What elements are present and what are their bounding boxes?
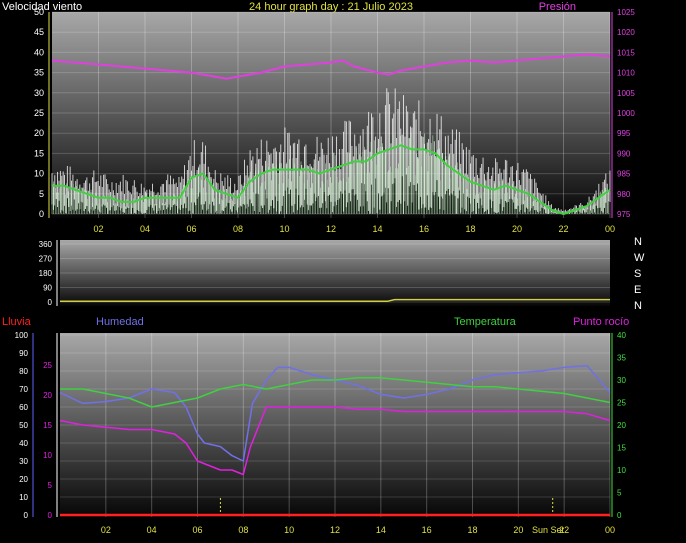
wind-x-tick: 16 bbox=[419, 224, 429, 234]
wind-y-tick: 45 bbox=[34, 27, 44, 37]
humidity-x-tick: 10 bbox=[284, 525, 294, 535]
weather-graphs: 02 04 06 08 10 12 14 16 18 20 22 005045403530252015… bbox=[2, 1, 645, 535]
dewpoint-label: Punto rocío bbox=[573, 316, 629, 328]
humidity-x-tick: 20 bbox=[513, 525, 523, 535]
rain-y-tick: 80 bbox=[19, 367, 28, 376]
humidity-y-tick: 25 bbox=[43, 361, 52, 370]
humidity-x-tick: 08 bbox=[238, 525, 248, 535]
panel-wind-pressure: 02 04 06 08 10 12 14 16 18 20 22 005045403530252015… bbox=[2, 1, 635, 234]
temperature-y-tick: 30 bbox=[617, 376, 626, 385]
humidity-x-tick: 04 bbox=[147, 525, 157, 535]
wind-x-tick: 06 bbox=[186, 224, 196, 234]
wind-y-tick: 5 bbox=[39, 189, 44, 199]
humidity-y-tick: 15 bbox=[43, 421, 52, 430]
compass-label: S bbox=[634, 268, 641, 280]
wind-y-tick: 15 bbox=[34, 148, 44, 158]
pressure-y-tick: 1025 bbox=[617, 8, 635, 17]
wind-x-tick: 22 bbox=[558, 224, 568, 234]
pressure-y-tick: 1000 bbox=[617, 109, 635, 118]
compass-label: E bbox=[634, 284, 641, 296]
temperature-y-tick: 40 bbox=[617, 331, 626, 340]
wind-speed-label: Velocidad viento bbox=[2, 1, 82, 13]
rain-y-tick: 100 bbox=[15, 331, 29, 340]
wind-y-tick: 10 bbox=[34, 169, 44, 179]
wind-x-tick: 00 bbox=[605, 224, 615, 234]
compass-label: N bbox=[634, 300, 642, 312]
direction-y-tick: 360 bbox=[39, 240, 53, 249]
humidity-x-tick: 02 bbox=[101, 525, 111, 535]
wind-y-tick: 30 bbox=[34, 88, 44, 98]
panel-wind-direction: 360270180900NWSEN bbox=[39, 236, 645, 312]
rain-y-tick: 30 bbox=[19, 457, 28, 466]
pressure-y-tick: 990 bbox=[617, 149, 631, 158]
humidity-x-tick: 06 bbox=[192, 525, 202, 535]
humidity-y-tick: 10 bbox=[43, 451, 52, 460]
rain-y-tick: 90 bbox=[19, 349, 28, 358]
wind-x-tick: 14 bbox=[372, 224, 382, 234]
wind-y-tick: 25 bbox=[34, 108, 44, 118]
temperature-y-tick: 25 bbox=[617, 399, 626, 408]
rain-y-tick: 60 bbox=[19, 403, 28, 412]
wind-x-tick: 20 bbox=[512, 224, 522, 234]
temperature-y-tick: 15 bbox=[617, 444, 626, 453]
pressure-y-tick: 1020 bbox=[617, 28, 635, 37]
wind-x-tick: 12 bbox=[326, 224, 336, 234]
temperature-y-tick: 20 bbox=[617, 421, 626, 430]
humidity-y-tick: 5 bbox=[48, 481, 53, 490]
wind-y-tick: 35 bbox=[34, 68, 44, 78]
pressure-y-tick: 980 bbox=[617, 190, 631, 199]
temperature-y-tick: 5 bbox=[617, 489, 622, 498]
humidity-x-tick: 18 bbox=[467, 525, 477, 535]
temperature-label: Temperatura bbox=[454, 316, 517, 328]
chart-title: 24 hour graph day : 21 Julio 2023 bbox=[249, 1, 413, 13]
direction-y-tick: 90 bbox=[43, 284, 52, 293]
rain-y-tick: 0 bbox=[24, 511, 29, 520]
pressure-y-tick: 1010 bbox=[617, 69, 635, 78]
humidity-x-tick: 14 bbox=[376, 525, 386, 535]
wind-x-tick: 10 bbox=[279, 224, 289, 234]
humidity-x-tick: 00 bbox=[605, 525, 615, 535]
rain-label: Lluvia bbox=[2, 316, 32, 328]
direction-y-tick: 270 bbox=[39, 255, 53, 264]
wind-y-tick: 20 bbox=[34, 128, 44, 138]
wind-x-tick: 08 bbox=[233, 224, 243, 234]
temperature-y-tick: 10 bbox=[617, 466, 626, 475]
rain-y-tick: 70 bbox=[19, 385, 28, 394]
compass-label: N bbox=[634, 236, 642, 248]
humidity-x-tick: 16 bbox=[422, 525, 432, 535]
pressure-label: Presión bbox=[539, 1, 576, 13]
compass-label: W bbox=[634, 252, 645, 264]
temperature-y-tick: 35 bbox=[617, 354, 626, 363]
temperature-y-tick: 0 bbox=[617, 511, 622, 520]
wind-x-tick: 04 bbox=[140, 224, 150, 234]
pressure-y-tick: 995 bbox=[617, 129, 631, 138]
direction-y-tick: 0 bbox=[48, 298, 53, 307]
panel-humidity-temperature: 02 04 06 08 10 12 14 16 18 20 22 001009080706050403… bbox=[2, 316, 629, 535]
humidity-y-tick: 20 bbox=[43, 391, 52, 400]
pressure-y-tick: 985 bbox=[617, 170, 631, 179]
sunset-annotation: Sun Set bbox=[532, 525, 565, 535]
rain-y-tick: 50 bbox=[19, 421, 28, 430]
pressure-y-tick: 1015 bbox=[617, 48, 635, 57]
humidity-label: Humedad bbox=[96, 316, 144, 328]
humidity-y-tick: 0 bbox=[48, 511, 53, 520]
wind-x-tick: 02 bbox=[93, 224, 103, 234]
direction-y-tick: 180 bbox=[39, 269, 53, 278]
rain-y-tick: 20 bbox=[19, 475, 28, 484]
wind-y-tick: 40 bbox=[34, 47, 44, 57]
rain-y-tick: 10 bbox=[19, 493, 28, 502]
wind-x-tick: 18 bbox=[465, 224, 475, 234]
pressure-y-tick: 975 bbox=[617, 210, 631, 219]
pressure-y-tick: 1005 bbox=[617, 89, 635, 98]
wind-y-tick: 0 bbox=[39, 209, 44, 219]
humidity-x-tick: 12 bbox=[330, 525, 340, 535]
rain-y-tick: 40 bbox=[19, 439, 28, 448]
